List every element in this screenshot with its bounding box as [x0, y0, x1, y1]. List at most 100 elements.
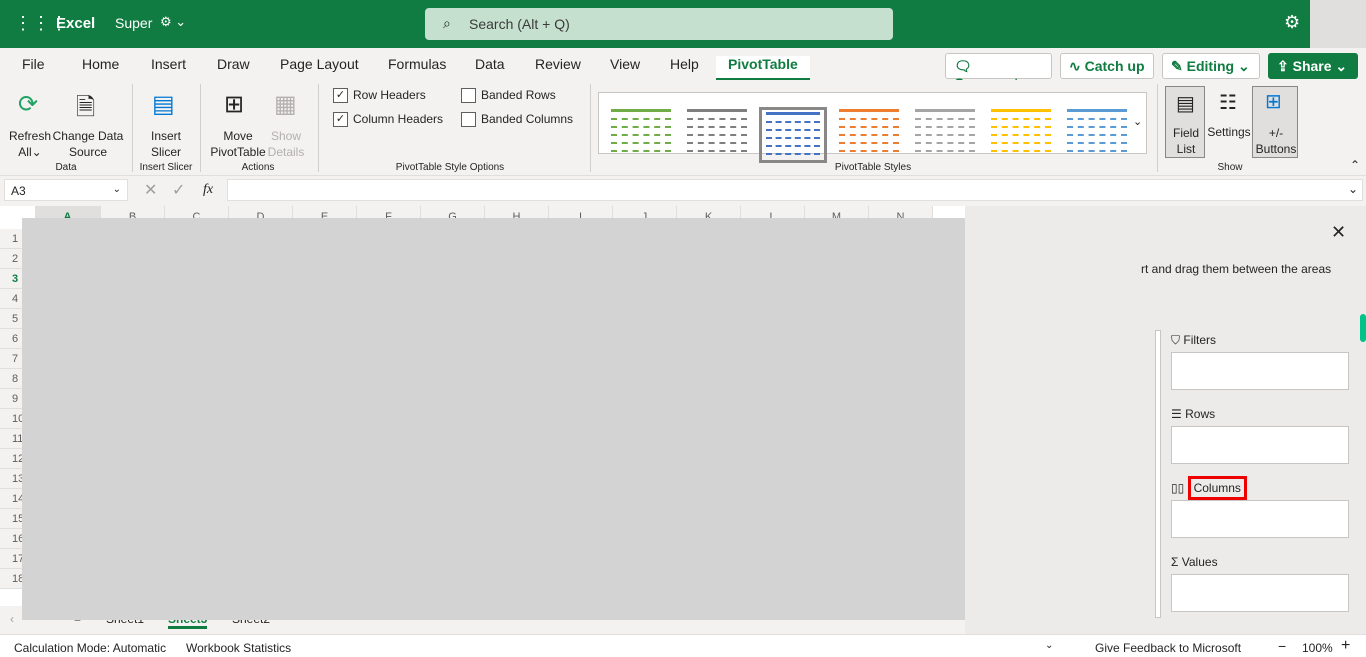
banded-rows-checkbox[interactable]: Banded Rows [461, 88, 556, 104]
ribbon-tabs: File Home Insert Draw Page Layout Formul… [0, 48, 1366, 91]
file-name[interactable]: Super [115, 15, 152, 31]
style-row-stripe [611, 134, 671, 136]
divider [200, 84, 201, 172]
style-row-stripe [915, 134, 975, 136]
tab-review[interactable]: Review [535, 56, 581, 72]
pivot-style-2[interactable] [683, 107, 751, 163]
style-row-stripe [1067, 126, 1127, 128]
refresh-all-button[interactable]: ⟳ Refresh All⌄ [8, 84, 52, 160]
tab-page-layout[interactable]: Page Layout [280, 56, 359, 72]
columns-icon: ▯▯ [1171, 481, 1185, 495]
move-icon: ⊞ [224, 91, 245, 118]
tab-pivottable[interactable]: PivotTable [716, 56, 810, 81]
group-data-label: Data [55, 162, 77, 173]
pane-scrollbar[interactable] [1360, 314, 1366, 342]
collapse-ribbon-icon[interactable]: ⌃ [1350, 158, 1360, 172]
style-row-stripe [1067, 118, 1127, 120]
style-row-stripe [839, 142, 899, 144]
tab-view[interactable]: View [610, 56, 640, 72]
pivot-style-7[interactable] [1063, 107, 1131, 163]
values-label: Values [1181, 555, 1218, 569]
change-label: Change Data [52, 129, 124, 143]
tab-help[interactable]: Help [670, 56, 699, 72]
title-bar: ⋮⋮⋮ Excel Super ⚙ ⌄ ⌕ Search (Alt + Q) ⚙ [0, 0, 1310, 48]
columns-drop-area[interactable] [1171, 500, 1349, 538]
style-header-stripe [611, 109, 671, 112]
style-header-stripe [839, 109, 899, 112]
tab-home[interactable]: Home [82, 56, 119, 72]
status-chevron-icon[interactable]: ⌄ [1045, 640, 1053, 651]
tab-insert[interactable]: Insert [151, 56, 186, 72]
style-row-stripe [611, 150, 671, 152]
slicer-label: Insert [150, 129, 181, 143]
divider [590, 84, 591, 172]
field-list-box-edge [1155, 330, 1161, 618]
buttons-label-2: Buttons [1255, 142, 1297, 156]
pivot-style-3[interactable] [759, 107, 827, 163]
enter-check-icon[interactable]: ✓ [172, 180, 185, 200]
zoom-out-icon[interactable]: − [1278, 638, 1286, 654]
pivot-style-1[interactable] [607, 107, 675, 163]
loading-overlay [22, 218, 965, 620]
search-icon: ⌕ [443, 15, 451, 31]
data-source-icon: 🗎 [76, 94, 96, 121]
change-data-source-button[interactable]: 🗎 Change Data Source [52, 84, 124, 160]
tab-draw[interactable]: Draw [217, 56, 250, 72]
move-pivottable-button[interactable]: ⊞ Move PivotTable [208, 84, 268, 160]
style-row-stripe [1067, 134, 1127, 136]
show-details-button[interactable]: ▦ Show Details [266, 84, 306, 160]
cancel-icon[interactable]: ✕ [144, 180, 157, 200]
calculation-mode[interactable]: Calculation Mode: Automatic [14, 641, 166, 655]
style-row-stripe [766, 153, 820, 155]
formula-input[interactable]: ⌄ [227, 179, 1363, 201]
comments-button[interactable]: 🗨 Comments [945, 53, 1052, 91]
catch-up-button[interactable]: ∿ Catch up [1060, 53, 1154, 79]
style-row-stripe [915, 150, 975, 152]
row-headers-checkbox[interactable]: ✓ Row Headers [333, 88, 426, 104]
pivot-style-4[interactable] [835, 107, 903, 163]
group-options-label: PivotTable Style Options [395, 162, 505, 173]
column-headers-checkbox[interactable]: ✓ Column Headers [333, 112, 443, 128]
rows-label: Rows [1185, 407, 1216, 421]
pivot-style-5[interactable] [911, 107, 979, 163]
style-row-stripe [991, 142, 1051, 144]
rows-area-title: ☰ Rows [1171, 407, 1215, 421]
style-row-stripe [611, 126, 671, 128]
style-row-stripe [611, 118, 671, 120]
editing-mode-button[interactable]: ✎ Editing ⌄ [1162, 53, 1260, 79]
tab-formulas[interactable]: Formulas [388, 56, 446, 72]
insert-slicer-button[interactable]: ▤ Insert Slicer [140, 84, 192, 160]
insert-function-icon[interactable]: fx [203, 182, 213, 198]
style-row-stripe [766, 121, 820, 123]
tab-file[interactable]: File [22, 56, 45, 72]
search-input[interactable]: ⌕ Search (Alt + Q) [425, 8, 893, 40]
style-header-stripe [915, 109, 975, 112]
gallery-expand-chevron-icon[interactable]: ⌄ [1133, 115, 1142, 128]
banded-columns-checkbox[interactable]: Banded Columns [461, 112, 573, 128]
style-row-stripe [687, 142, 747, 144]
zoom-level[interactable]: 100% [1302, 641, 1333, 655]
tab-data[interactable]: Data [475, 56, 505, 72]
scroll-left-icon[interactable]: ‹ [10, 612, 14, 626]
filters-drop-area[interactable] [1171, 352, 1349, 390]
share-label: Share [1292, 58, 1332, 74]
pivot-style-6[interactable] [987, 107, 1055, 163]
name-box[interactable]: A3 ⌄ [4, 179, 128, 201]
file-menu-chevron-icon[interactable]: ⚙ ⌄ [160, 14, 186, 30]
filter-icon: ⛉ [1171, 333, 1181, 347]
settings-button[interactable]: ☷ Settings [1206, 86, 1252, 158]
field-list-button[interactable]: ▤ Field List [1165, 86, 1205, 158]
settings-gear-icon[interactable]: ⚙ [1284, 12, 1300, 33]
style-row-stripe [991, 118, 1051, 120]
workbook-statistics[interactable]: Workbook Statistics [186, 641, 291, 655]
plus-minus-buttons-button[interactable]: ⊞ +/- Buttons [1252, 86, 1298, 158]
style-row-stripe [991, 134, 1051, 136]
share-button[interactable]: ⇪ Share ⌄ [1268, 53, 1358, 79]
feedback-link[interactable]: Give Feedback to Microsoft [1095, 641, 1241, 655]
account-area[interactable] [1310, 0, 1366, 48]
expand-formula-chevron-icon[interactable]: ⌄ [1348, 182, 1358, 196]
close-icon[interactable]: ✕ [1331, 222, 1346, 243]
zoom-in-icon[interactable]: + [1341, 637, 1350, 655]
values-drop-area[interactable] [1171, 574, 1349, 612]
rows-drop-area[interactable] [1171, 426, 1349, 464]
